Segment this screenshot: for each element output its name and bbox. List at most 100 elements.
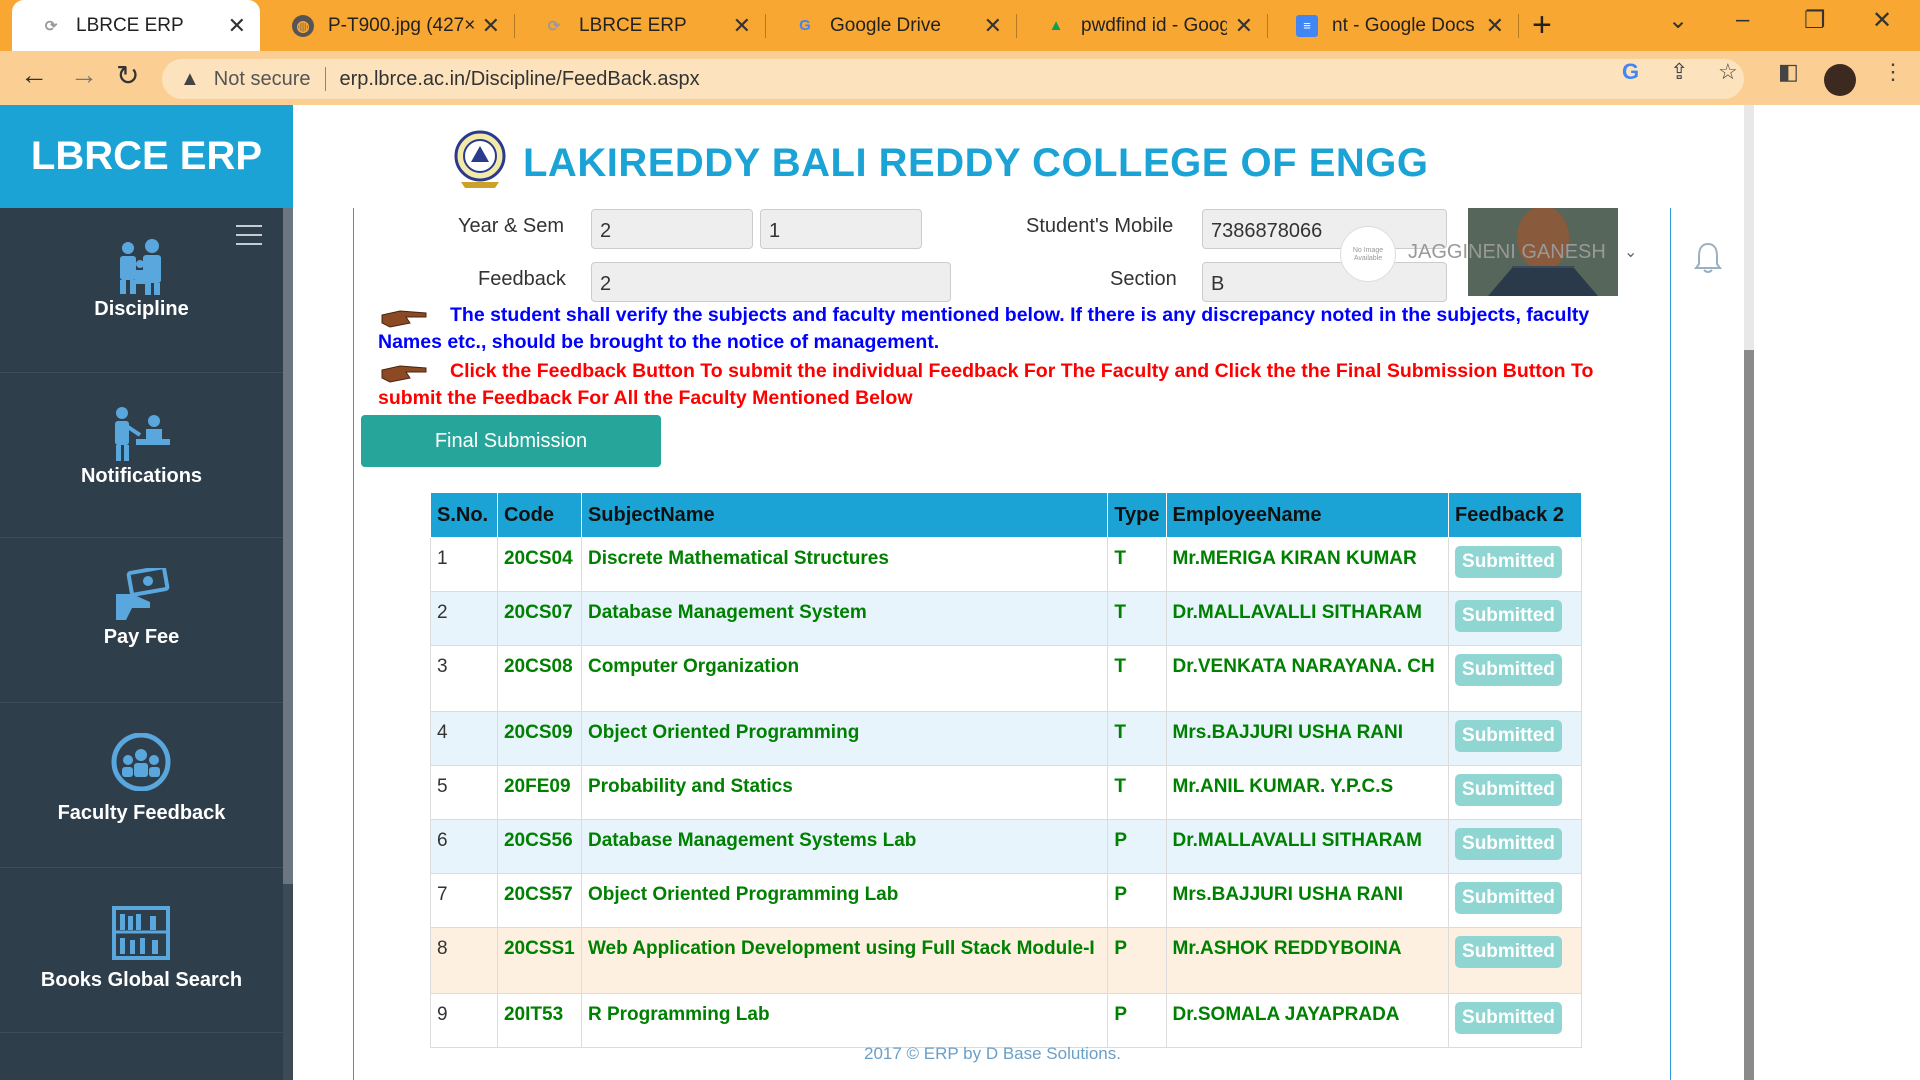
warning-icon[interactable]: ▲ [180, 68, 200, 91]
sidebar-item-faculty-feedback[interactable]: Faculty Feedback [0, 703, 283, 868]
section-field[interactable]: B [1202, 262, 1447, 302]
table-row: 9 20IT53 R Programming Lab P Dr.SOMALA J… [430, 993, 1582, 1048]
submitted-button[interactable]: Submitted [1455, 654, 1562, 686]
tab-title: LBRCE ERP [76, 14, 184, 36]
omnibox[interactable]: ▲ Not secure erp.lbrce.ac.in/Discipline/… [162, 59, 1744, 99]
cell-sno: 2 [430, 591, 498, 646]
table-row: 5 20FE09 Probability and Statics T Mr.AN… [430, 765, 1582, 820]
tab-title: LBRCE ERP [579, 14, 687, 36]
tab-search-icon[interactable]: ⌄ [1668, 6, 1688, 35]
chevron-down-icon[interactable]: ⌄ [1624, 242, 1637, 262]
cell-code: 20CS07 [496, 591, 582, 646]
browser-tab-bar: ⟳ LBRCE ERP ✕ ◍ P-T900.jpg (427×55 ✕ ⟳ L… [0, 0, 1920, 51]
cell-type: T [1107, 645, 1167, 712]
cell-employee: Dr.SOMALA JAYAPRADA [1165, 993, 1450, 1048]
tab-google-docs[interactable]: ≡ nt - Google Docs ✕ [1268, 0, 1518, 51]
sidebar-item-notifications[interactable]: Notifications [0, 373, 283, 538]
year-field[interactable]: 2 [591, 209, 753, 249]
new-tab-icon[interactable]: + [1532, 6, 1552, 45]
tab-pwdfind[interactable]: ▲ pwdfind id - Googl ✕ [1017, 0, 1267, 51]
sidebar-item-label: Notifications [80, 465, 203, 487]
sem-field[interactable]: 1 [760, 209, 922, 249]
header-subject[interactable]: SubjectName [580, 492, 1109, 538]
minimize-icon[interactable]: – [1736, 6, 1749, 34]
scrollbar-thumb[interactable] [283, 208, 293, 884]
cell-employee: Dr.MALLAVALLI SITHARAM [1165, 819, 1450, 874]
no-image-avatar[interactable]: No Image Available [1340, 226, 1396, 282]
header-feedback[interactable]: Feedback 2 [1448, 492, 1582, 538]
close-icon[interactable]: ✕ [1235, 13, 1253, 39]
bell-icon[interactable] [1693, 240, 1723, 274]
submitted-button[interactable]: Submitted [1455, 546, 1562, 578]
close-icon[interactable]: ✕ [482, 13, 500, 39]
submitted-button[interactable]: Submitted [1455, 828, 1562, 860]
user-name[interactable]: JAGGINENI GANESH [1408, 241, 1606, 264]
mobile-label: Student's Mobile [1026, 215, 1174, 237]
sidebar-item-label: Books Global Search [40, 969, 243, 991]
tab-lbrce-erp-active[interactable]: ⟳ LBRCE ERP ✕ [12, 0, 260, 51]
submitted-button[interactable]: Submitted [1455, 882, 1562, 914]
menu-dots-icon[interactable]: ⋮ [1882, 59, 1904, 85]
side-panel-icon[interactable]: ◧ [1778, 59, 1799, 85]
bookmark-star-icon[interactable]: ☆ [1718, 59, 1738, 85]
cell-subject: R Programming Lab [580, 993, 1109, 1048]
close-icon[interactable]: ✕ [733, 13, 751, 39]
tab-google-drive[interactable]: G Google Drive ✕ [766, 0, 1016, 51]
verify-notice-text: The student shall verify the subjects an… [378, 304, 1590, 353]
submitted-button[interactable]: Submitted [1455, 774, 1562, 806]
cell-employee: Mr.ASHOK REDDYBOINA [1165, 927, 1450, 994]
group-icon [111, 733, 171, 791]
forward-icon[interactable]: → [70, 59, 98, 91]
security-label[interactable]: Not secure [214, 68, 311, 91]
header-code[interactable]: Code [496, 492, 582, 538]
url-text[interactable]: erp.lbrce.ac.in/Discipline/FeedBack.aspx [340, 68, 700, 91]
close-icon[interactable]: ✕ [228, 13, 246, 39]
year-sem-label: Year & Sem [458, 215, 564, 237]
submitted-button[interactable]: Submitted [1455, 936, 1562, 968]
header-sno[interactable]: S.No. [430, 492, 498, 538]
page-scrollbar[interactable] [1744, 105, 1754, 1080]
submitted-button[interactable]: Submitted [1455, 600, 1562, 632]
brand-logo-text[interactable]: LBRCE ERP [0, 105, 293, 208]
google-lens-icon[interactable]: G [1622, 59, 1639, 85]
reload-icon[interactable]: ↻ [116, 59, 139, 92]
cell-sno: 6 [430, 819, 498, 874]
sidebar-item-books-global-search[interactable]: Books Global Search [0, 868, 283, 1033]
table-row: 7 20CS57 Object Oriented Programming Lab… [430, 873, 1582, 928]
table-row: 6 20CS56 Database Management Systems Lab… [430, 819, 1582, 874]
sidebar-item-discipline[interactable]: Discipline [0, 208, 283, 373]
header-type[interactable]: Type [1107, 492, 1167, 538]
sidebar-scrollbar[interactable] [283, 208, 293, 1080]
window-close-icon[interactable]: ✕ [1872, 6, 1892, 35]
cell-subject: Object Oriented Programming [580, 711, 1109, 766]
cell-sno: 1 [430, 537, 498, 592]
divider [324, 67, 326, 91]
back-icon[interactable]: ← [20, 59, 48, 91]
profile-avatar[interactable] [1824, 64, 1856, 96]
table-row: 2 20CS07 Database Management System T Dr… [430, 591, 1582, 646]
cell-subject: Database Management Systems Lab [580, 819, 1109, 874]
tab-image[interactable]: ◍ P-T900.jpg (427×55 ✕ [264, 0, 514, 51]
final-submission-button[interactable]: Final Submission [361, 415, 661, 467]
sidebar-item-pay-fee[interactable]: Pay Fee [0, 538, 283, 703]
cell-type: T [1107, 537, 1167, 592]
tab-title: pwdfind id - Googl [1081, 14, 1227, 36]
feedback-label: Feedback [478, 268, 566, 290]
college-logo-icon [454, 130, 506, 188]
page-header: LAKIREDDY BALI REDDY COLLEGE OF ENGG [293, 105, 1754, 208]
cell-employee: Mr.ANIL KUMAR. Y.P.C.S [1165, 765, 1450, 820]
share-icon[interactable]: ⇪ [1670, 59, 1688, 85]
submitted-button[interactable]: Submitted [1455, 1002, 1562, 1034]
hand-money-icon [116, 568, 170, 620]
tab-title: P-T900.jpg (427×55 [328, 14, 474, 36]
restore-icon[interactable]: ❐ [1804, 6, 1826, 35]
cell-feedback: Submitted [1448, 645, 1582, 712]
address-bar: ← → ↻ ▲ Not secure erp.lbrce.ac.in/Disci… [0, 51, 1920, 105]
close-icon[interactable]: ✕ [984, 13, 1002, 39]
feedback-field[interactable]: 2 [591, 262, 951, 302]
tab-lbrce-erp[interactable]: ⟳ LBRCE ERP ✕ [515, 0, 765, 51]
close-icon[interactable]: ✕ [1486, 13, 1504, 39]
header-employee[interactable]: EmployeeName [1165, 492, 1450, 538]
scrollbar-thumb[interactable] [1744, 350, 1754, 1080]
submitted-button[interactable]: Submitted [1455, 720, 1562, 752]
